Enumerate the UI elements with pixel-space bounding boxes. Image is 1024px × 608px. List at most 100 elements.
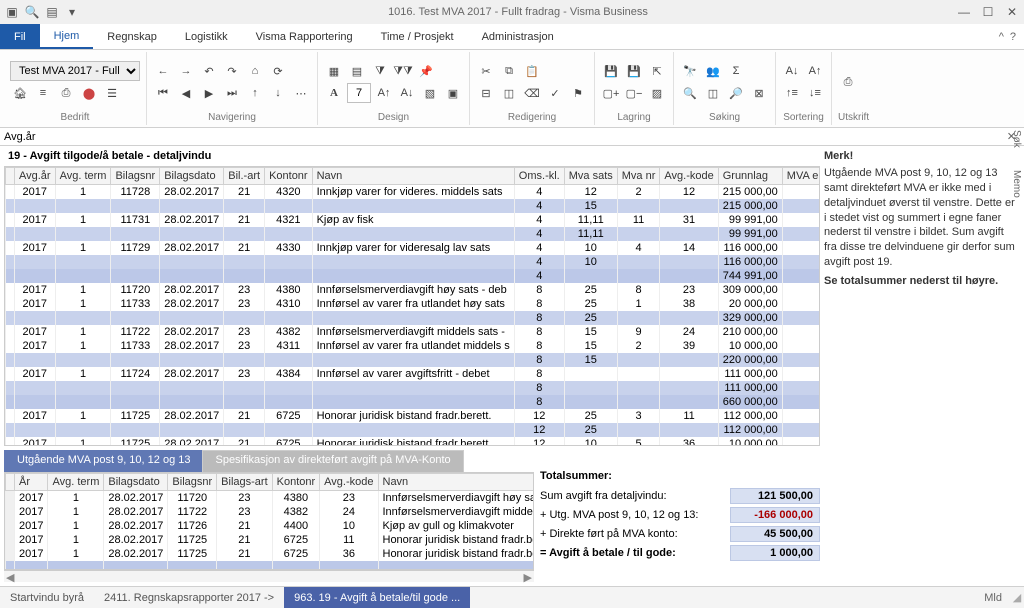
menu-file[interactable]: Fil <box>0 24 40 49</box>
flag-icon[interactable]: ⚑ <box>568 83 588 103</box>
highlight-icon[interactable]: ◫ <box>703 83 723 103</box>
column-header[interactable]: Avg.år <box>15 168 56 185</box>
table-row[interactable]: 201711172228.02.2017234382Innførselsmerv… <box>6 325 821 339</box>
dropdown-icon[interactable]: ▾ <box>64 4 80 20</box>
font-color-icon[interactable]: ▣ <box>443 83 463 103</box>
table-row[interactable]: 2017128.02.20171172223438224Innførselsme… <box>6 505 535 519</box>
people-icon[interactable]: 👥 <box>703 61 723 81</box>
select-icon[interactable]: ◫ <box>499 83 519 103</box>
column-header[interactable]: Avg.-kode <box>660 168 718 185</box>
table-row[interactable]: 201711173328.02.2017234310Innførsel av v… <box>6 297 821 311</box>
sort-a-icon[interactable]: A↓ <box>782 61 802 81</box>
outgoing-mva-grid[interactable]: ÅrAvg. termBilagsdatoBilagsnrBilags-artK… <box>4 472 534 570</box>
sort-d-icon[interactable]: A↑ <box>805 61 825 81</box>
table-row[interactable]: 2017128.02.20171172521672511Honorar juri… <box>6 533 535 547</box>
table-row[interactable]: 201711172828.02.2017214320Innkjøp varer … <box>6 185 821 200</box>
font-size-input[interactable] <box>347 83 371 103</box>
list-icon[interactable]: ☰ <box>102 83 122 103</box>
sort-asc2-icon[interactable]: ↑≡ <box>782 83 802 103</box>
minimize-icon[interactable]: — <box>956 4 972 20</box>
column-header[interactable]: Navn <box>312 168 514 185</box>
table-row[interactable]: 201711173328.02.2017234311Innførsel av v… <box>6 339 821 353</box>
new-doc-icon[interactable]: ▤ <box>44 4 60 20</box>
print-icon[interactable]: ⎙ <box>838 72 858 92</box>
table-row[interactable]: 825329 000,0077 250,005 000,00 <box>6 311 821 325</box>
column-header[interactable]: År <box>15 474 48 491</box>
table-row[interactable]: 8660 000,00108 750,006 500,00 <box>6 395 821 409</box>
prev-icon[interactable]: ◀ <box>176 83 196 103</box>
column-header[interactable]: Bilagsnr <box>111 168 160 185</box>
menu-reporting[interactable]: Visma Rapportering <box>242 24 367 49</box>
sort-asc-icon[interactable]: ⧩⧩ <box>393 61 413 81</box>
next-icon[interactable]: ▶ <box>199 83 219 103</box>
column-header[interactable]: Bil.-art <box>224 168 265 185</box>
column-header[interactable]: Grunnlag <box>718 168 782 185</box>
tab-avgaar[interactable]: Avg.år <box>4 131 36 143</box>
menu-logistics[interactable]: Logistikk <box>171 24 242 49</box>
undo-icon[interactable]: ↶ <box>199 61 219 81</box>
remove-row-icon[interactable]: ▢− <box>624 83 644 103</box>
status-mld[interactable]: Mld <box>984 592 1002 604</box>
document-selector[interactable]: Test MVA 2017 - Fullt fr <box>10 61 140 81</box>
table-row[interactable]: 410116 000,0011 600,00 <box>6 255 821 269</box>
column-header[interactable]: Kontonr <box>272 474 320 491</box>
tab-outgoing-mva[interactable]: Utgående MVA post 9, 10, 12 og 13 <box>4 450 203 472</box>
color-icon[interactable]: ⬤ <box>79 83 99 103</box>
layout1-icon[interactable]: ▦ <box>324 61 344 81</box>
table-row[interactable]: 2017128.02.20171172023438023Innførselsme… <box>6 491 535 506</box>
search-icon[interactable]: 🔍 <box>24 4 40 20</box>
column-header[interactable]: Bilagsdato <box>104 474 168 491</box>
copy-icon[interactable]: ⧉ <box>499 61 519 81</box>
left-align-icon[interactable]: ≡ <box>33 83 53 103</box>
add-row-icon[interactable]: ▢+ <box>601 83 621 103</box>
collapse-ribbon-icon[interactable]: ^ <box>999 31 1004 43</box>
column-header[interactable]: Oms.-kl. <box>514 168 564 185</box>
crumb-start[interactable]: Startvindu byrå <box>0 587 94 608</box>
table-row[interactable]: 201711172928.02.2017214330Innkjøp varer … <box>6 241 821 255</box>
table-row[interactable]: 815220 000,0031 500,001 500,00 <box>6 353 821 367</box>
cut-icon[interactable]: ✂ <box>476 61 496 81</box>
menu-time[interactable]: Time / Prosjekt <box>367 24 468 49</box>
redo-icon[interactable]: ↷ <box>222 61 242 81</box>
menu-accounting[interactable]: Regnskap <box>93 24 171 49</box>
table-row[interactable]: 4744 991,00133 459,00 <box>6 269 821 283</box>
paste-icon[interactable]: 📋 <box>522 61 542 81</box>
tab-spec-mva[interactable]: Spesifikasjon av direkteført avgift på M… <box>202 450 463 472</box>
back-icon[interactable]: ← <box>153 61 173 81</box>
column-header[interactable]: Avg.-kode <box>320 474 378 491</box>
reset-zoom-icon[interactable]: ⊠ <box>749 83 769 103</box>
detail-grid[interactable]: Avg.årAvg. termBilagsnrBilagsdatoBil.-ar… <box>4 166 820 446</box>
crumb-current[interactable]: 963. 19 - Avgift å betale/til gode ... <box>284 587 470 608</box>
toggle-icon[interactable]: ⊟ <box>476 83 496 103</box>
up-icon[interactable]: ↑ <box>245 83 265 103</box>
column-header[interactable]: Bilagsnr <box>168 474 217 491</box>
font-letter[interactable]: A <box>324 83 344 103</box>
layout2-icon[interactable]: ▤ <box>347 61 367 81</box>
zoom-icon[interactable]: 🔎 <box>726 83 746 103</box>
column-header[interactable]: Avg. term <box>48 474 104 491</box>
table-row[interactable]: 8111 000,00 <box>6 381 821 395</box>
table-row[interactable]: 201711172528.02.2017216725Honorar juridi… <box>6 409 821 423</box>
table-row[interactable]: 2017128.02.20171172621440010Kjøp av gull… <box>6 519 535 533</box>
filter-icon[interactable]: ⧩ <box>370 61 390 81</box>
bg-color-icon[interactable]: ▧ <box>420 83 440 103</box>
column-header[interactable]: Bilagsdato <box>160 168 224 185</box>
sidebar-search-tab[interactable]: Søk <box>1011 130 1022 148</box>
table-row[interactable]: 2017128.02.20171172521672536Honorar juri… <box>6 547 535 561</box>
close-icon[interactable]: ✕ <box>1004 4 1020 20</box>
crumb-reports[interactable]: 2411. Regnskapsrapporter 2017 -> <box>94 587 284 608</box>
column-header[interactable]: Kontonr <box>265 168 313 185</box>
table-row[interactable]: 201711173128.02.2017214321Kjøp av fisk41… <box>6 213 821 227</box>
table-row[interactable]: 201711172528.02.2017216725Honorar juridi… <box>6 437 821 446</box>
shrink-font-icon[interactable]: A↓ <box>397 83 417 103</box>
table-row[interactable]: 201711172028.02.2017234380Innførselsmerv… <box>6 283 821 297</box>
task-icon[interactable]: ✓ <box>545 83 565 103</box>
export-icon[interactable]: ⇱ <box>647 61 667 81</box>
pin-icon[interactable]: 📌 <box>416 61 436 81</box>
clear-icon[interactable]: ⌫ <box>522 83 542 103</box>
column-header[interactable]: Avg. term <box>55 168 111 185</box>
table-row[interactable]: 201711172428.02.2017234384Innførsel av v… <box>6 367 821 381</box>
column-header[interactable]: Mva sats <box>564 168 617 185</box>
forward-icon[interactable]: → <box>176 61 196 81</box>
column-header[interactable]: Navn <box>378 474 534 491</box>
